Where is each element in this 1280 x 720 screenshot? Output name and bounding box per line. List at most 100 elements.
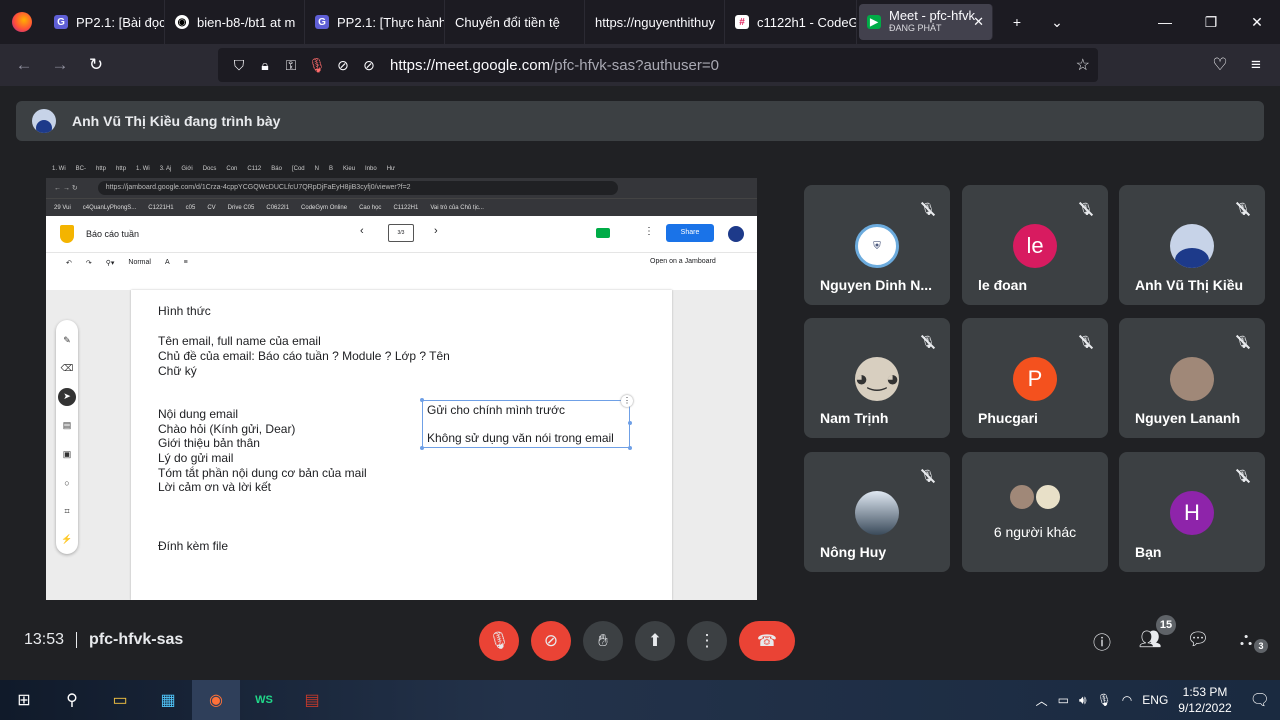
camera-blocked-icon[interactable]: ⊘ bbox=[330, 57, 356, 74]
bookmark-star-icon[interactable]: ☆ bbox=[1076, 55, 1090, 75]
participant-avatar: P bbox=[1013, 357, 1057, 401]
browser-tab[interactable]: https://nguyenthithuy bbox=[585, 0, 725, 44]
browser-tab[interactable]: G PP2.1: [Bài đọc] Sử bbox=[44, 0, 165, 44]
resize-handle bbox=[420, 446, 424, 450]
language-indicator[interactable]: ENG bbox=[1142, 693, 1168, 707]
shared-bookmark: c4QuanLyPhongS... bbox=[82, 204, 137, 211]
participant-name: Nguyen Lananh bbox=[1135, 410, 1241, 426]
camera-toggle-button[interactable]: ⊘ bbox=[531, 621, 571, 661]
firefox-menu-icon[interactable] bbox=[0, 0, 44, 44]
pocket-icon[interactable]: ♡ bbox=[1202, 47, 1238, 83]
tray-chevron-icon[interactable]: ︿ bbox=[1036, 692, 1048, 709]
browser-tab[interactable]: # c1122h1 - CodeGy bbox=[725, 0, 857, 44]
panda-photo-avatar: ◕‿◕ bbox=[855, 357, 899, 401]
restore-icon[interactable]: ❐ bbox=[1188, 0, 1234, 44]
tab-list-chevron-icon[interactable]: ⌄ bbox=[1039, 0, 1075, 44]
new-tab-icon[interactable]: + bbox=[995, 0, 1039, 44]
close-tab-icon[interactable]: ✕ bbox=[973, 14, 984, 30]
lock-icon[interactable]: 🔒︎ bbox=[252, 57, 278, 74]
windows-taskbar: ⊞ ⚲ ▭ ▦ ◉ WS ▤ ︿ ▭ 🔊︎ 🎙︎ ◠ ENG 1:53 PM 9/… bbox=[0, 680, 1280, 720]
winrar-icon[interactable]: ▤ bbox=[288, 680, 336, 720]
mic-toggle-button[interactable]: 🎙︎ bbox=[479, 621, 519, 661]
jamboard-canvas: Hình thức Tên email, full name của email… bbox=[131, 290, 672, 600]
canvas-line: Tóm tắt phần nội dung cơ bản của mail bbox=[158, 466, 367, 480]
reload-icon[interactable]: ↻ bbox=[78, 47, 114, 83]
participant-tile[interactable]: 🎙︎ ◕‿◕ Nam Trịnh bbox=[804, 318, 950, 438]
resize-handle bbox=[628, 446, 632, 450]
shield-icon[interactable]: ⛉ bbox=[226, 57, 252, 74]
people-button[interactable]: 👥︎ 15 bbox=[1126, 615, 1176, 651]
url-text[interactable]: https://meet.google.com/pfc-hfvk-sas?aut… bbox=[390, 57, 719, 74]
battery-icon[interactable]: ▭ bbox=[1058, 693, 1069, 707]
firefox-taskbar-icon[interactable]: ◉ bbox=[192, 680, 240, 720]
mic-tray-icon[interactable]: 🎙︎ bbox=[1097, 693, 1112, 707]
volume-icon[interactable]: 🔊︎ bbox=[1079, 693, 1087, 708]
leave-call-button[interactable]: ☎︎ bbox=[739, 621, 795, 661]
others-count: 6 người khác bbox=[993, 524, 1077, 540]
participant-avatar: H bbox=[1170, 491, 1214, 535]
frame-indicator: 3/3 bbox=[388, 224, 414, 242]
shared-tab: Hư bbox=[386, 166, 396, 172]
more-options-button[interactable]: ⋮ bbox=[687, 621, 727, 661]
shared-bookmark: CodeGym Online bbox=[301, 204, 348, 211]
more-vert-icon: ⋮ bbox=[698, 631, 716, 650]
others-tile[interactable]: 6 người khác bbox=[962, 452, 1108, 572]
participant-tile[interactable]: 🎙︎ P Phucgari bbox=[962, 318, 1108, 438]
file-explorer-icon[interactable]: ▭ bbox=[96, 680, 144, 720]
chat-icon[interactable]: 💬︎ bbox=[1174, 629, 1222, 651]
raise-hand-button[interactable]: ✋︎ bbox=[583, 621, 623, 661]
microphone-icon[interactable]: 🎙︎ bbox=[304, 57, 330, 74]
address-bar[interactable]: ⛉ 🔒︎ ⚿ 🎙︎ ⊘ ⊘ https://meet.google.com/pf… bbox=[218, 48, 1098, 82]
notifications-icon[interactable]: 🗨︎ bbox=[1250, 690, 1270, 710]
taskbar-clock[interactable]: 1:53 PM 9/12/2022 bbox=[1178, 684, 1231, 716]
participant-tile[interactable]: 🎙︎ le le đoan bbox=[962, 185, 1108, 305]
participant-tile-self[interactable]: 🎙︎ H Bạn bbox=[1119, 452, 1265, 572]
participant-tile[interactable]: 🎙︎ Nguyen Lananh bbox=[1119, 318, 1265, 438]
search-icon[interactable]: ⚲ bbox=[48, 680, 96, 720]
url-host: https://meet.google.com bbox=[390, 56, 551, 74]
participant-name: Nông Huy bbox=[820, 544, 887, 560]
browser-tab[interactable]: G PP2.1: [Thực hành bbox=[305, 0, 445, 44]
mic-off-icon: 🎙︎ bbox=[1235, 335, 1251, 349]
activities-button[interactable]: ⛬ 3 bbox=[1222, 629, 1270, 653]
github-icon: ◉ bbox=[175, 15, 189, 29]
shared-url: https://jamboard.google.com/d/1Crza-4cpp… bbox=[97, 181, 618, 195]
mic-off-icon: 🎙︎ bbox=[1078, 202, 1094, 216]
participant-name: Anh Vũ Thị Kiều bbox=[1135, 277, 1244, 293]
store-icon[interactable]: ▦ bbox=[144, 680, 192, 720]
meet-favicon-icon: ▶ bbox=[867, 15, 881, 29]
shared-tab: 3. Aj bbox=[159, 166, 172, 172]
minimize-icon[interactable]: — bbox=[1142, 0, 1188, 44]
active-tab-text: Meet - pfc-hfvk ĐANG PHÁT bbox=[889, 9, 975, 35]
forward-icon[interactable]: → bbox=[42, 47, 78, 83]
autoplay-blocked-icon[interactable]: ⊘ bbox=[356, 57, 382, 74]
menu-hamburger-icon[interactable]: ≡ bbox=[1238, 47, 1274, 83]
shared-bookmark: Cao học bbox=[359, 204, 382, 211]
meeting-details-icon[interactable]: ⓘ bbox=[1078, 629, 1126, 653]
participant-tile[interactable]: 🎙︎ Nông Huy bbox=[804, 452, 950, 572]
participant-tile[interactable]: 🎙︎ Anh Vũ Thị Kiều bbox=[1119, 185, 1265, 305]
windows-start-icon[interactable]: ⊞ bbox=[0, 680, 48, 720]
tab-label: https://nguyenthithuy bbox=[595, 14, 715, 30]
activities-badge: 3 bbox=[1254, 639, 1268, 653]
shared-bookmarks-bar: 29 Vui c4QuanLyPhongS... C1221H1 c05 CV … bbox=[46, 198, 757, 216]
browser-tab[interactable]: ◉ bien-b8-/bt1 at m bbox=[165, 0, 305, 44]
meet-control-bar: 13:53 pfc-hfvk-sas 🎙︎ ⊘ ✋︎ ⬆ ⋮ ☎︎ ⓘ 👥︎ 15 … bbox=[0, 610, 1280, 670]
back-icon[interactable]: ← bbox=[6, 47, 42, 83]
wifi-icon[interactable]: ◠ bbox=[1122, 693, 1132, 707]
tab-favicon-icon: G bbox=[54, 15, 68, 29]
shared-tab: Báo bbox=[271, 166, 282, 172]
participant-tile[interactable]: 🎙︎ ⛨ Nguyen Dinh N... bbox=[804, 185, 950, 305]
permissions-icon[interactable]: ⚿ bbox=[278, 57, 304, 74]
close-window-icon[interactable]: ✕ bbox=[1234, 0, 1280, 44]
browser-tab-active[interactable]: ▶ Meet - pfc-hfvk ĐANG PHÁT ✕ bbox=[859, 4, 993, 40]
browser-tab[interactable]: Chuyển đổi tiền tệ bbox=[445, 0, 585, 44]
webstorm-icon[interactable]: WS bbox=[240, 680, 288, 720]
shared-tab: Docs bbox=[202, 166, 217, 172]
browser-navbar: ← → ↻ ⛉ 🔒︎ ⚿ 🎙︎ ⊘ ⊘ https://meet.google.… bbox=[0, 44, 1280, 86]
selected-text-box: Gửi cho chính mình trước Không sử dụng v… bbox=[420, 395, 633, 450]
prev-frame-icon: ‹ bbox=[360, 225, 364, 237]
shared-tab: Con bbox=[226, 166, 238, 172]
mic-off-icon: 🎙︎ bbox=[1235, 469, 1251, 483]
present-button[interactable]: ⬆ bbox=[635, 621, 675, 661]
